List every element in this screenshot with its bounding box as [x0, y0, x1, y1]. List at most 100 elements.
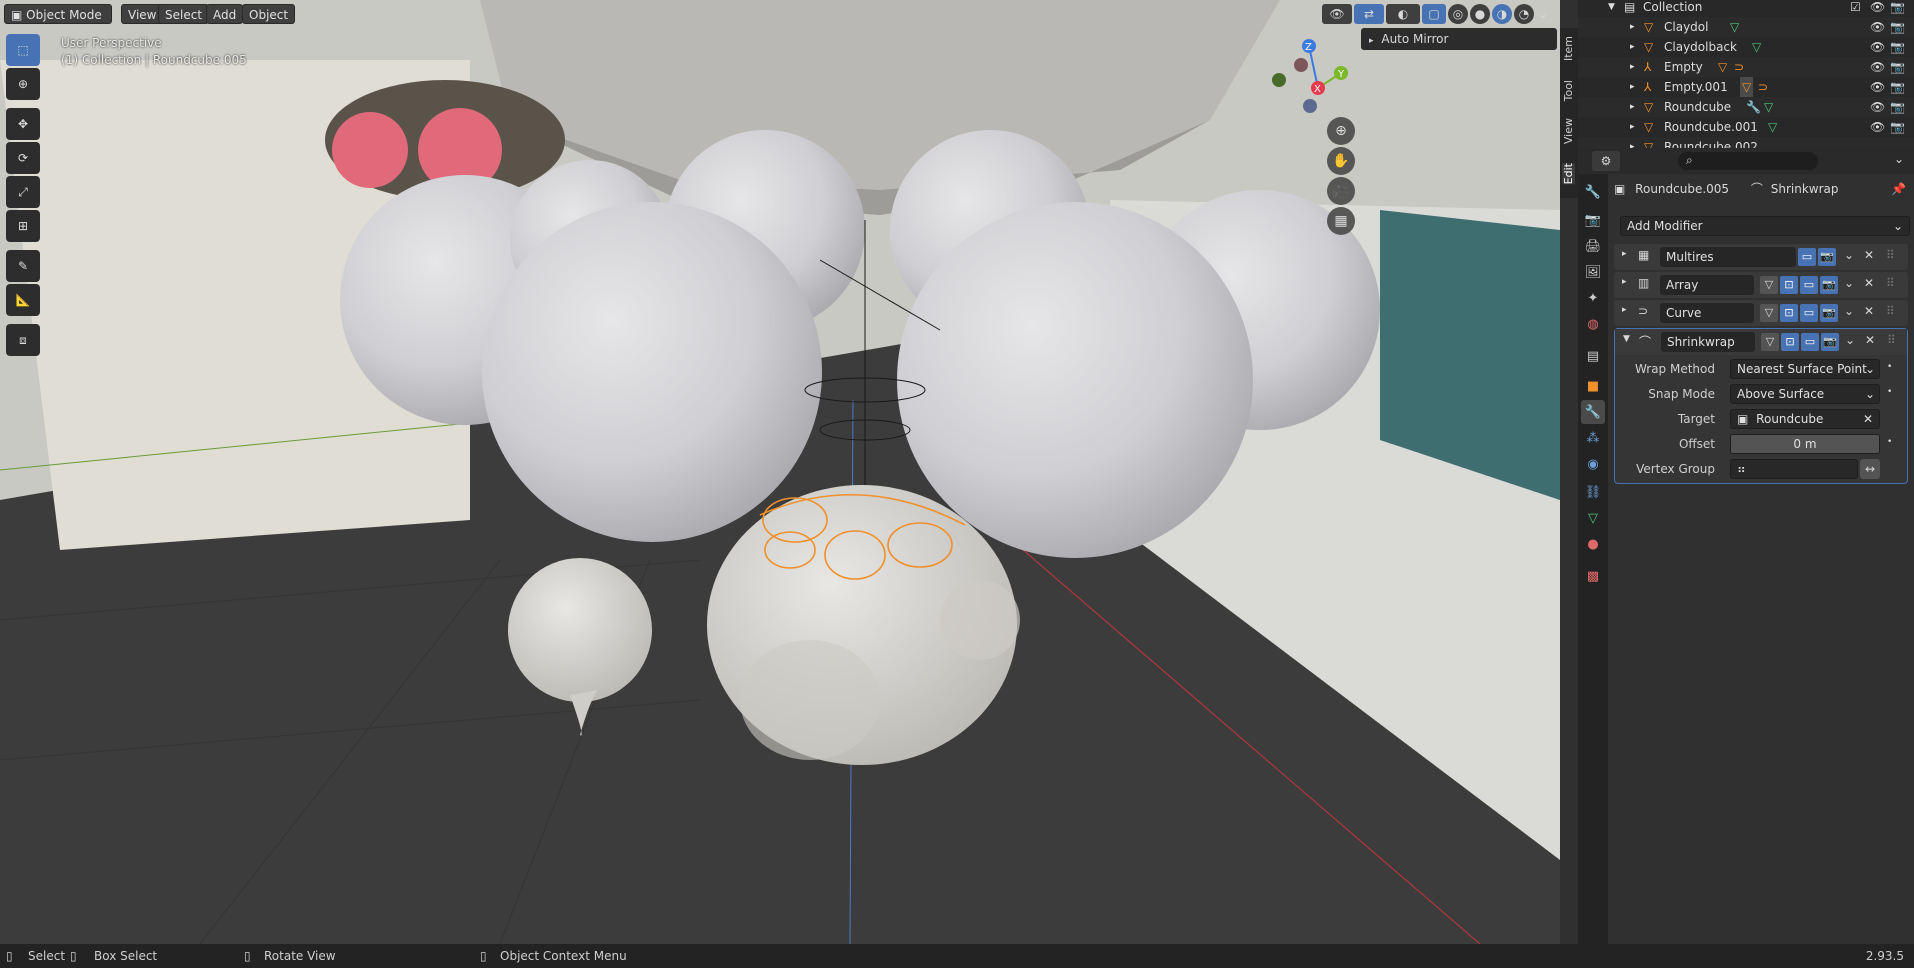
visibility-icon[interactable]: 👁 [1322, 4, 1352, 24]
keyframe-dot-icon[interactable]: • [1887, 362, 1892, 372]
annotate-tool[interactable]: ✎ [6, 250, 40, 282]
tool-tab-icon[interactable]: 🔧 [1581, 180, 1605, 204]
viewport-icon[interactable]: ▭ [1800, 276, 1818, 294]
wrap-method-dropdown[interactable]: Nearest Surface Point ⌄ [1730, 359, 1880, 379]
editmode-icon[interactable]: ⊡ [1780, 304, 1798, 322]
menu-select[interactable]: Select [158, 4, 210, 24]
viewport-icon[interactable]: ▭ [1800, 304, 1818, 322]
pan-hand-icon[interactable]: ✋ [1327, 147, 1355, 175]
chevron-down-icon[interactable]: ⌄ [1845, 333, 1855, 347]
chevron-down-icon[interactable]: ⌄ [1844, 248, 1854, 262]
physics-tab-icon[interactable]: ◉ [1581, 452, 1605, 476]
outliner[interactable]: ▼ ▤ Collection ☑ 👁 📷 ▸ ▽ Claydol ▽ 👁 📷 ▸… [1578, 0, 1914, 148]
material-tab-icon[interactable]: ● [1581, 532, 1605, 556]
checkbox-icon[interactable]: ☑ [1850, 0, 1861, 17]
expand-arrow-icon[interactable]: ▸ [1622, 305, 1627, 315]
select-box-tool[interactable]: ⬚ [6, 34, 40, 66]
viewport-scene[interactable]: Z Y X [0, 0, 1560, 944]
outliner-row-collection[interactable]: ▼ ▤ Collection ☑ 👁 📷 [1578, 0, 1914, 17]
cursor-tool[interactable]: ⊕ [6, 68, 40, 100]
search-input[interactable]: ⌕ [1678, 152, 1818, 170]
render-tab-icon[interactable]: 📷 [1581, 208, 1605, 232]
expand-arrow-icon[interactable]: ▸ [1630, 37, 1635, 57]
camera-icon[interactable]: 🎥 [1327, 177, 1355, 205]
camera-icon[interactable]: 📷 [1890, 0, 1905, 17]
invert-arrows-icon[interactable]: ↔ [1860, 459, 1880, 479]
keyframe-dot-icon[interactable]: • [1887, 437, 1892, 447]
overlay-toggle-icon[interactable]: ◐ [1386, 4, 1420, 24]
editmode-icon[interactable]: ⊡ [1780, 276, 1798, 294]
modifier-shrinkwrap[interactable]: ▼ ⌒ Shrinkwrap ▽ ⊡ ▭ 📷 ⌄ ✕ ⠿ [1615, 329, 1907, 355]
add-modifier-dropdown[interactable]: Add Modifier ⌄ [1620, 216, 1910, 236]
collection-tab-icon[interactable]: ▤ [1581, 344, 1605, 368]
drag-handle-icon[interactable]: ⠿ [1887, 333, 1896, 347]
tab-view[interactable]: View [1562, 118, 1575, 144]
on-cage-icon[interactable]: ▽ [1760, 276, 1778, 294]
modifier-name-field[interactable]: Multires [1660, 247, 1796, 267]
modifier-name-field[interactable]: Shrinkwrap [1661, 332, 1755, 352]
expand-arrow-icon[interactable]: ▸ [1630, 17, 1635, 37]
camera-icon[interactable]: 📷 [1890, 97, 1905, 117]
outliner-row-roundcube-002[interactable]: ▸ ▽ Roundcube.002 [1578, 137, 1914, 148]
close-icon[interactable]: ✕ [1865, 333, 1875, 347]
modifier-multires[interactable]: ▸ ▦ Multires ▭ 📷 ⌄ ✕ ⠿ [1614, 244, 1908, 270]
outliner-row-roundcube-001[interactable]: ▸ ▽ Roundcube.001 ▽ 👁 📷 [1578, 117, 1914, 137]
zoom-icon[interactable]: ⊕ [1327, 117, 1355, 145]
tab-item[interactable]: Item [1562, 36, 1575, 61]
snap-mode-dropdown[interactable]: Above Surface ⌄ [1730, 384, 1880, 404]
chevron-down-icon[interactable]: ⌄ [1536, 4, 1550, 24]
camera-icon[interactable]: 📷 [1890, 77, 1905, 97]
view-layer-tab-icon[interactable]: 🖼 [1581, 260, 1605, 284]
rotate-tool[interactable]: ⟳ [6, 142, 40, 174]
transform-tool[interactable]: ⊞ [6, 210, 40, 242]
target-field[interactable]: ▣ Roundcube ✕ [1730, 409, 1880, 429]
wireframe-shading-icon[interactable]: ◎ [1448, 4, 1468, 24]
grid-icon[interactable]: ▦ [1327, 207, 1355, 235]
on-cage-icon[interactable]: ▽ [1760, 304, 1778, 322]
camera-icon[interactable]: 📷 [1890, 117, 1905, 137]
camera-icon[interactable]: 📷 [1890, 57, 1905, 77]
scene-tab-icon[interactable]: ✦ [1581, 286, 1605, 310]
editmode-icon[interactable]: ⊡ [1781, 333, 1799, 351]
constraints-tab-icon[interactable]: ⛓ [1581, 480, 1605, 504]
eye-icon[interactable]: 👁 [1870, 0, 1885, 17]
editor-type-icon[interactable]: ⚙ [1592, 151, 1620, 171]
tab-edit[interactable]: Edit [1562, 163, 1575, 185]
data-tab-icon[interactable]: ▽ [1581, 506, 1605, 530]
rendered-shading-icon[interactable]: ◔ [1514, 4, 1534, 24]
close-icon[interactable]: ✕ [1864, 248, 1874, 262]
expand-arrow-icon[interactable]: ▸ [1630, 57, 1635, 77]
outliner-row-claydol[interactable]: ▸ ▽ Claydol ▽ 👁 📷 [1578, 17, 1914, 37]
tab-tool[interactable]: Tool [1562, 80, 1575, 101]
texture-tab-icon[interactable]: ▩ [1581, 564, 1605, 588]
eye-icon[interactable]: 👁 [1870, 77, 1885, 97]
drag-handle-icon[interactable]: ⠿ [1886, 248, 1895, 262]
pin-icon[interactable]: 📌 [1891, 178, 1906, 200]
object-tab-icon[interactable]: ■ [1581, 374, 1605, 398]
outliner-row-roundcube[interactable]: ▸ ▽ Roundcube 🔧 ▽ 👁 📷 [1578, 97, 1914, 117]
eye-icon[interactable]: 👁 [1870, 57, 1885, 77]
xray-icon[interactable]: ▢ [1422, 4, 1446, 24]
outliner-row-empty[interactable]: ▸ ⅄ Empty ▽ ⊃ 👁 📷 [1578, 57, 1914, 77]
render-icon[interactable]: 📷 [1821, 333, 1839, 351]
mode-dropdown[interactable]: ▣ Object Mode ⌄ [4, 4, 112, 42]
collapse-arrow-icon[interactable]: ▼ [1623, 334, 1630, 344]
modifier-curve[interactable]: ▸ ⊃ Curve ▽ ⊡ ▭ 📷 ⌄ ✕ ⠿ [1614, 300, 1908, 326]
menu-object[interactable]: Object [242, 4, 296, 24]
solid-shading-icon[interactable]: ● [1470, 4, 1490, 24]
menu-add[interactable]: Add [206, 4, 244, 24]
outliner-row-claydolback[interactable]: ▸ ▽ Claydolback ▽ 👁 📷 [1578, 37, 1914, 57]
viewport-icon[interactable]: ▭ [1801, 333, 1819, 351]
expand-arrow-icon[interactable]: ▸ [1622, 277, 1627, 287]
eye-icon[interactable]: 👁 [1870, 97, 1885, 117]
expand-arrow-icon[interactable]: ▸ [1630, 97, 1635, 117]
camera-icon[interactable]: 📷 [1890, 17, 1905, 37]
expand-arrow-icon[interactable]: ▸ [1630, 137, 1635, 148]
render-icon[interactable]: 📷 [1820, 276, 1838, 294]
chevron-down-icon[interactable]: ⌄ [1844, 304, 1854, 318]
close-icon[interactable]: ✕ [1864, 276, 1874, 290]
gizmo-toggle-icon[interactable]: ⇄ [1354, 4, 1384, 24]
eye-icon[interactable]: 👁 [1870, 117, 1885, 137]
drag-handle-icon[interactable]: ⠿ [1886, 304, 1895, 318]
clear-icon[interactable]: ✕ [1863, 410, 1873, 428]
